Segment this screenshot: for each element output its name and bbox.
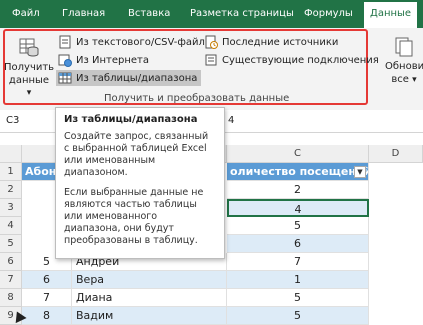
column-header-c[interactable]: C xyxy=(227,145,369,163)
table-cell[interactable]: Вадим xyxy=(72,307,227,325)
table-cell[interactable]: Вера xyxy=(72,271,227,289)
screen-tip-text: Создайте запрос, связанный с выбранной т… xyxy=(64,131,209,178)
table-cell[interactable]: 2 xyxy=(227,181,369,199)
table-header-cell[interactable]: оличество посещений xyxy=(227,163,369,181)
table-cell[interactable]: Диана xyxy=(72,289,227,307)
chevron-down-icon: ▾ xyxy=(26,88,32,98)
table-cell[interactable]: 7 xyxy=(227,253,369,271)
tab-page-layout[interactable]: Разметка страницы xyxy=(190,8,294,19)
refresh-all-label: Обнови все xyxy=(385,61,423,85)
globe-icon xyxy=(58,53,72,67)
row-header[interactable]: 8 xyxy=(0,289,22,307)
database-icon xyxy=(18,35,40,57)
formula-value[interactable]: 4 xyxy=(228,115,234,126)
tab-file[interactable]: Файл xyxy=(12,8,40,19)
from-web-label: Из Интернета xyxy=(76,54,149,66)
row-header[interactable]: 3 xyxy=(0,199,22,217)
refresh-all-button[interactable]: Обнови все ▾ xyxy=(385,36,423,87)
table-cell[interactable]: 7 xyxy=(22,289,72,307)
refresh-icon xyxy=(393,36,415,58)
tab-home[interactable]: Главная xyxy=(62,8,105,19)
connections-icon xyxy=(204,53,218,67)
row-header[interactable]: 6 xyxy=(0,253,22,271)
existing-connections-label: Существующие подключения xyxy=(222,54,379,66)
group-label: Получить и преобразовать данные xyxy=(104,93,290,104)
chevron-down-icon: ▾ xyxy=(412,75,417,85)
table-cell[interactable]: 5 xyxy=(227,289,369,307)
get-data-label: Получить данные xyxy=(4,62,55,86)
table-icon xyxy=(58,71,72,85)
table-cell[interactable]: 8 xyxy=(22,307,72,325)
name-box[interactable]: C3 xyxy=(6,115,19,126)
tab-formulas[interactable]: Формулы xyxy=(304,8,353,19)
get-data-button[interactable]: Получить данные ▾ xyxy=(4,35,55,98)
screen-tip: Из таблицы/диапазона Создайте запрос, св… xyxy=(55,107,225,259)
screen-tip-text: Если выбранные данные не являются частью… xyxy=(64,187,204,246)
screen-tip-title: Из таблицы/диапазона xyxy=(64,114,198,125)
text-file-icon xyxy=(58,35,72,49)
tab-insert[interactable]: Вставка xyxy=(128,8,170,19)
table-cell[interactable]: 6 xyxy=(22,271,72,289)
tab-data[interactable]: Данные xyxy=(364,2,418,28)
column-header-d[interactable]: D xyxy=(369,145,423,163)
table-cell[interactable]: 5 xyxy=(227,307,369,325)
from-table-range-label: Из таблицы/диапазона xyxy=(76,72,198,84)
recent-sources-icon xyxy=(204,35,218,49)
row-header[interactable]: 4 xyxy=(0,217,22,235)
row-header[interactable]: 7 xyxy=(0,271,22,289)
row-header[interactable]: 2 xyxy=(0,181,22,199)
select-all-corner[interactable] xyxy=(0,145,22,163)
row-header[interactable]: 5 xyxy=(0,235,22,253)
from-text-csv-command[interactable]: Из текстового/CSV-файла xyxy=(58,34,211,50)
table-cell[interactable]: 5 xyxy=(227,217,369,235)
from-table-range-command[interactable]: Из таблицы/диапазона xyxy=(56,70,202,86)
recent-sources-label: Последние источники xyxy=(222,36,339,48)
ribbon-tab-bar: Файл Главная Вставка Разметка страницы Ф… xyxy=(0,0,423,28)
from-web-command[interactable]: Из Интернета xyxy=(58,52,149,68)
from-text-csv-label: Из текстового/CSV-файла xyxy=(76,36,212,48)
row-header[interactable]: 1 xyxy=(0,163,22,181)
recent-sources-command[interactable]: Последние источники xyxy=(204,34,338,50)
table-cell[interactable]: 6 xyxy=(227,235,369,253)
filter-dropdown-icon[interactable]: ▼ xyxy=(354,166,366,178)
existing-connections-command[interactable]: Существующие подключения xyxy=(204,52,379,68)
table-cell[interactable]: 1 xyxy=(227,271,369,289)
active-cell[interactable]: 4 xyxy=(227,199,369,217)
